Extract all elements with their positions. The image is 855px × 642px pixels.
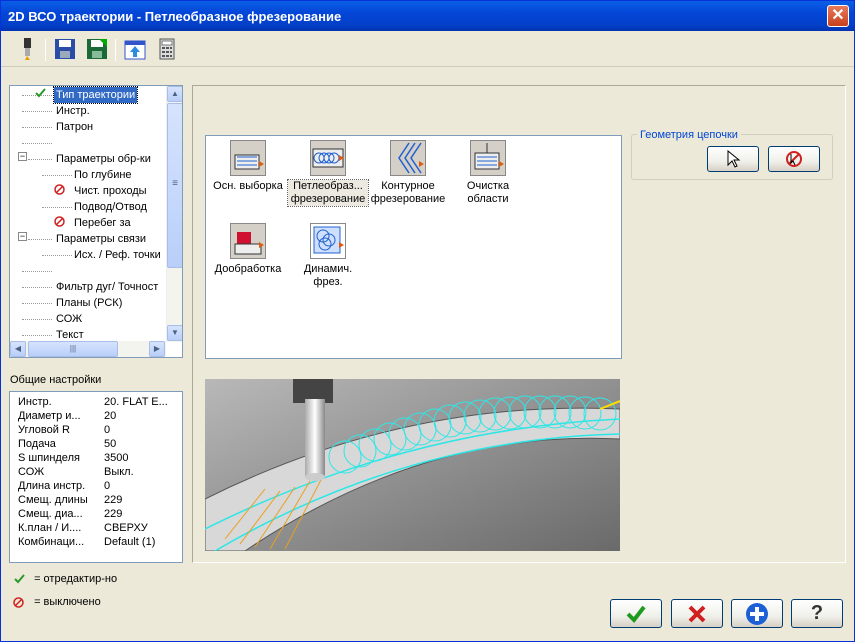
dynamic-milling-icon: [310, 223, 346, 259]
prop-row: Подача 50: [18, 438, 117, 450]
ok-button[interactable]: [610, 599, 662, 628]
pocket-icon: [230, 140, 266, 176]
window-title: 2D ВСО траектории - Петлеобразное фрезер…: [8, 9, 342, 24]
general-settings-panel: Инстр. 20. FLAT E... Диаметр и... 20 Углов…: [9, 391, 183, 563]
prop-row: Комбинаци... Default (1): [18, 536, 156, 548]
scroll-up-icon[interactable]: ▲: [167, 86, 182, 102]
check-icon: [34, 87, 46, 103]
close-button[interactable]: ✕: [827, 5, 849, 27]
prop-row: Угловой R0: [18, 424, 111, 436]
clear-selection-icon: [786, 151, 802, 167]
check-icon: [14, 574, 25, 584]
toolpath-rest-milling[interactable]: Дообработка: [208, 223, 288, 276]
tree-item-toolpath-type[interactable]: Тип траектории: [52, 86, 139, 104]
apply-button[interactable]: [731, 599, 783, 628]
cross-icon: [688, 605, 706, 623]
export-icon[interactable]: [123, 37, 147, 61]
scroll-right-icon[interactable]: ▶: [149, 341, 165, 357]
tree-item-planes[interactable]: Планы (РСК): [56, 295, 122, 311]
prop-row: Длина инстр. 0: [18, 480, 111, 492]
prop-row: Диаметр и... 20: [18, 410, 117, 422]
rest-milling-icon: [230, 223, 266, 259]
prop-row: Смещ. диа... 229: [18, 508, 123, 520]
collapse-icon[interactable]: −: [18, 152, 27, 161]
title-bar: 2D ВСО траектории - Петлеобразное фрезер…: [1, 1, 854, 31]
plus-icon: [746, 603, 768, 625]
toolbar: [1, 31, 854, 67]
dialog-window: 2D ВСО траектории - Петлеобразное фрезер…: [0, 0, 855, 642]
contour-icon: [390, 140, 426, 176]
tree-item-linking-params[interactable]: Параметры связи: [56, 231, 146, 247]
prop-row: Смещ. длины 229: [18, 494, 123, 506]
tree-item-holder[interactable]: Патрон: [56, 119, 93, 135]
disabled-icon: [54, 216, 65, 232]
tree-item-coolant[interactable]: СОЖ: [56, 311, 82, 327]
disabled-icon: [13, 596, 24, 608]
tree-horizontal-scrollbar[interactable]: ◀ ||| ▶: [10, 341, 166, 357]
pointer-icon: [727, 149, 741, 168]
toolpath-dynamic-milling[interactable]: Динамич. фрез.: [288, 223, 368, 289]
toolpath-pocket[interactable]: Осн. выборка: [208, 140, 288, 193]
tree-item-tool[interactable]: Инстр.: [56, 103, 90, 119]
toolpath-area-clear[interactable]: Очистка области: [448, 140, 528, 206]
general-settings-label: Общие настройки: [10, 374, 102, 386]
checkmark-icon: [626, 605, 646, 624]
toolpath-contour[interactable]: Контурное фрезерование: [368, 140, 448, 206]
clear-chain-button[interactable]: [768, 146, 820, 172]
scroll-thumb[interactable]: ≡: [167, 103, 182, 268]
area-clear-icon: [470, 140, 506, 176]
save-icon[interactable]: [53, 37, 77, 61]
scroll-left-icon[interactable]: ◀: [10, 341, 26, 357]
tree-item-cut-params[interactable]: Параметры обр-ки: [56, 151, 151, 167]
legend-edited: = отредактир-но: [13, 571, 117, 587]
legend-disabled: = выключено: [13, 594, 101, 610]
hscroll-thumb[interactable]: |||: [28, 341, 118, 357]
prop-row: СОЖ Выкл.: [18, 466, 134, 478]
disabled-icon: [54, 184, 65, 200]
cancel-button[interactable]: [671, 599, 723, 628]
tree-item-finish-passes[interactable]: Чист. проходы: [74, 183, 147, 199]
tool-icon[interactable]: [15, 37, 39, 61]
prop-row: Инстр. 20. FLAT E...: [18, 396, 168, 408]
tree-item-depth-cuts[interactable]: По глубине: [74, 167, 132, 183]
tree-item-overrun[interactable]: Перебег за: [74, 215, 131, 231]
select-chain-button[interactable]: [707, 146, 759, 172]
chain-geometry-title: Геометрия цепочки: [637, 129, 741, 141]
toolpath-type-list: Осн. выборка Петлеобраз... фрезерование …: [205, 135, 622, 359]
scroll-down-icon[interactable]: ▼: [167, 325, 182, 341]
toolpath-loop-milling[interactable]: Петлеобраз... фрезерование: [287, 140, 369, 207]
tree-item-lead-in-out[interactable]: Подвод/Отвод: [74, 199, 147, 215]
prop-row: S шпинделя 3500: [18, 452, 129, 464]
tree-item-arc-filter[interactable]: Фильтр дуг/ Точност: [56, 279, 158, 295]
toolpath-preview-image: [205, 379, 620, 551]
prop-row: К.план / И.... СВЕРХУ: [18, 522, 148, 534]
help-icon: ?: [810, 602, 824, 624]
settings-tree[interactable]: Тип траектории Инстр. Патрон − Параметры…: [9, 85, 183, 358]
collapse-icon[interactable]: −: [18, 232, 27, 241]
loop-milling-icon: [310, 140, 346, 176]
tree-item-home-ref-points[interactable]: Исх. / Реф. точки: [74, 247, 161, 263]
tree-vertical-scrollbar[interactable]: ▲ ≡ ▼: [166, 86, 182, 342]
save-as-icon[interactable]: [85, 37, 109, 61]
help-button[interactable]: ?: [791, 599, 843, 628]
calculator-icon[interactable]: [155, 37, 179, 61]
